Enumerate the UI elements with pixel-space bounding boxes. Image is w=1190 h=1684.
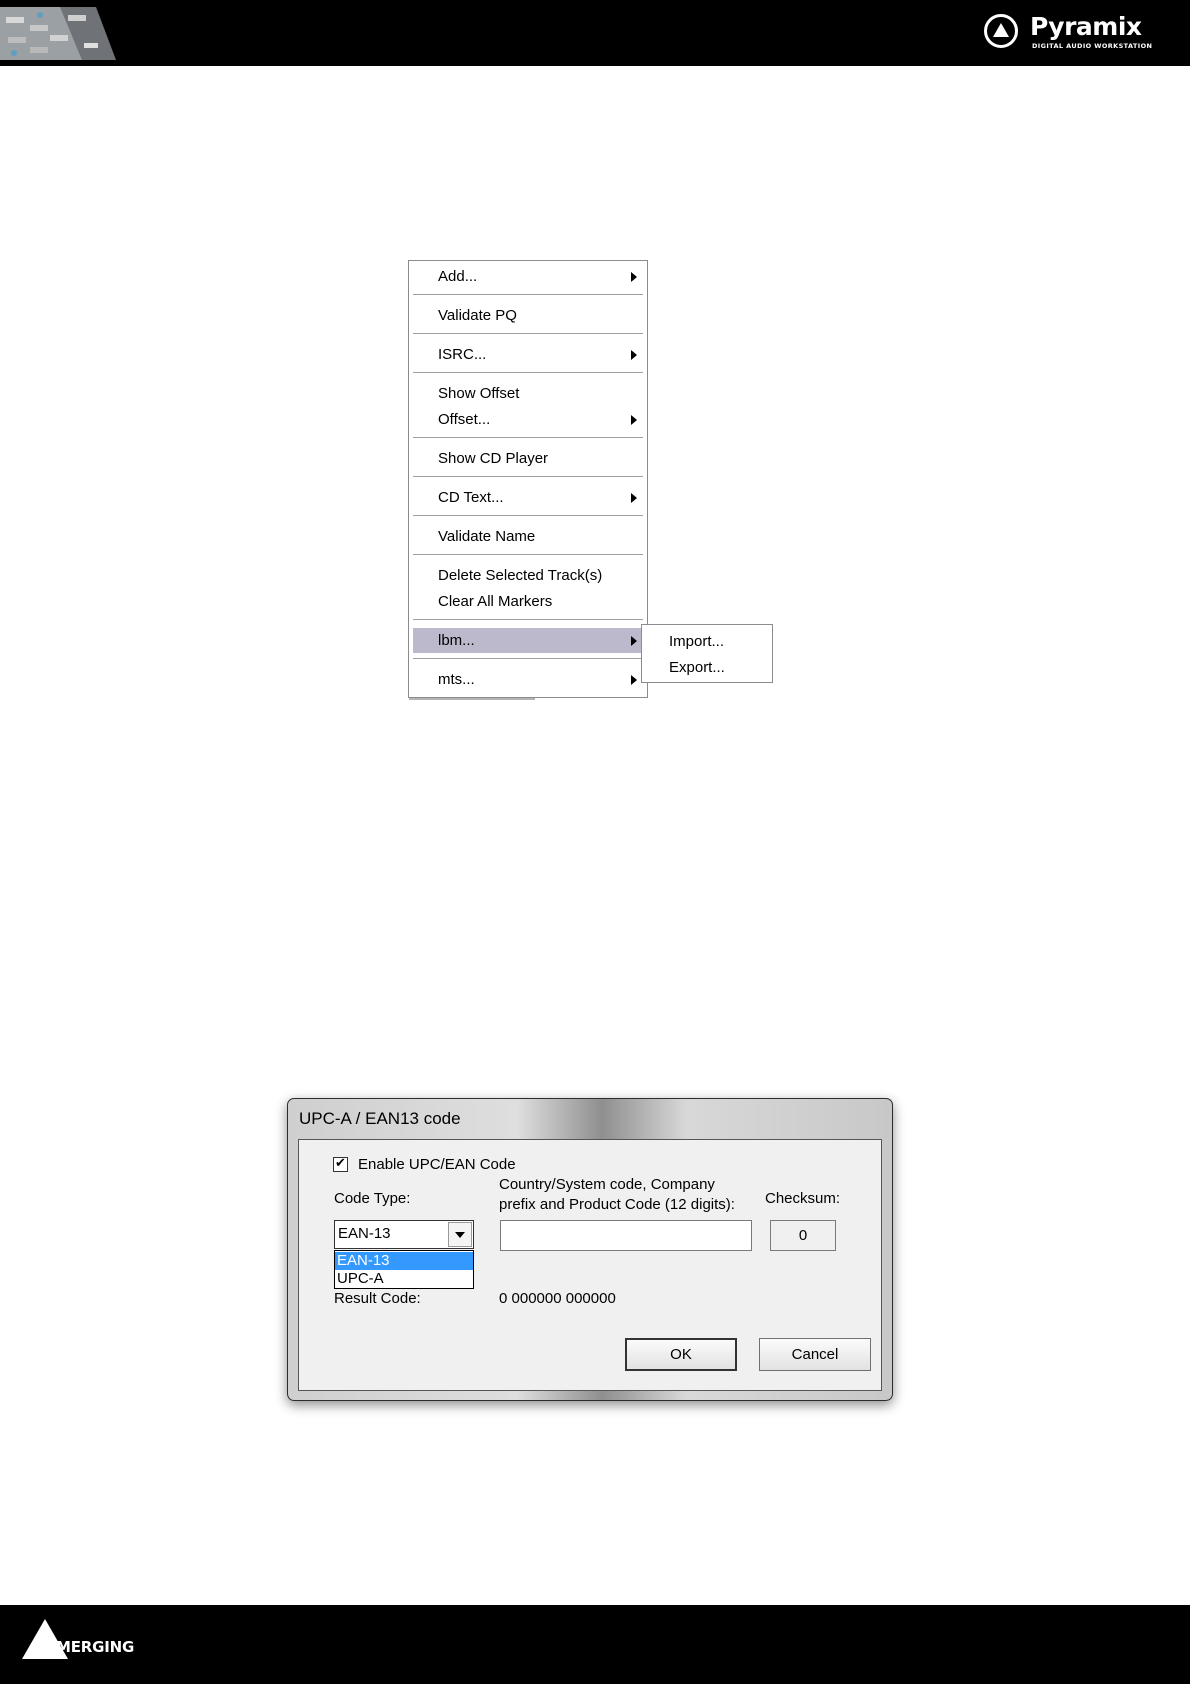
submenu-arrow-icon [631,350,637,360]
menu-item-label: Clear All Markers [438,593,553,610]
menu-separator [413,619,643,621]
menu-item-label: Validate Name [438,528,536,545]
menu-item-clear-all-markers[interactable]: Clear All Markers [413,589,643,614]
menu-separator [413,515,643,517]
brand-name: Pyramix [1030,12,1142,41]
submenu-arrow-icon [631,493,637,503]
menu-item-label: lbm... [438,632,475,649]
submenu-item-import[interactable]: Import... [669,629,724,654]
menu-underlying-edge [409,698,535,700]
merging-logo: MERGING [22,1619,182,1669]
menu-item-label: Offset... [438,411,491,428]
product-code-label-line2: prefix and Product Code (12 digits): [499,1196,735,1213]
result-code-label: Result Code: [334,1290,421,1307]
menu-separator [413,658,643,660]
menu-item-validate-pq[interactable]: Validate PQ [413,303,643,328]
code-type-label: Code Type: [334,1190,411,1207]
menu-item-isrc[interactable]: ISRC... [413,342,643,367]
option-upc-a[interactable]: UPC-A [335,1270,473,1288]
menu-separator [413,554,643,556]
pyramix-logo-icon [984,14,1018,48]
checkmark-icon: ✔ [335,1155,346,1170]
pyramix-logo: Pyramix DIGITAL AUDIO WORKSTATION [984,12,1174,54]
menu-item-offset[interactable]: Offset... [413,407,643,432]
menu-item-delete-selected-tracks[interactable]: Delete Selected Track(s) [413,563,643,588]
submenu-arrow-icon [631,415,637,425]
menu-separator [413,372,643,374]
menu-item-label: Validate PQ [438,307,517,324]
code-type-dropdown-list: EAN-13 UPC-A [334,1250,474,1289]
product-code-label-line1: Country/System code, Company [499,1176,715,1193]
submenu-arrow-icon [631,272,637,282]
checksum-label: Checksum: [765,1190,841,1207]
submenu-arrow-icon [631,675,637,685]
menu-item-mts[interactable]: mts... [413,667,643,692]
menu-separator [413,333,643,335]
menu-item-show-offset[interactable]: Show Offset [413,381,643,406]
dialog-title: UPC-A / EAN13 code [299,1109,461,1128]
code-type-value: EAN-13 [338,1225,391,1242]
menu-item-label: CD Text... [438,489,504,506]
result-code-value: 0 000000 000000 [499,1290,616,1307]
cancel-button[interactable]: Cancel [759,1338,871,1371]
menu-item-show-cd-player[interactable]: Show CD Player [413,446,643,471]
menu-item-label: Show Offset [438,385,520,402]
page-header: Pyramix DIGITAL AUDIO WORKSTATION [0,0,1190,66]
menu-item-lbm[interactable]: lbm... [413,628,643,653]
menu-item-label: Show CD Player [438,450,549,467]
menu-separator [413,437,643,439]
menu-separator [413,476,643,478]
merging-brand-name: MERGING [56,1638,135,1656]
context-menu: Add... Validate PQ ISRC... Show Offset O… [408,260,648,700]
page-footer: MERGING [0,1605,1190,1684]
submenu-arrow-icon [631,636,637,646]
brand-subtitle: DIGITAL AUDIO WORKSTATION [1032,42,1153,50]
enable-upc-ean-label: Enable UPC/EAN Code [358,1156,516,1173]
menu-item-label: Add... [438,268,478,285]
checksum-field: 0 [770,1220,836,1251]
menu-item-label: Delete Selected Track(s) [438,567,603,584]
menu-item-validate-name[interactable]: Validate Name [413,524,643,549]
menu-item-label: mts... [438,671,475,688]
menu-item-add[interactable]: Add... [413,264,643,289]
mixing-console-thumbnail [0,7,116,60]
enable-upc-ean-checkbox[interactable]: ✔ [333,1155,348,1172]
menu-separator [413,294,643,296]
ok-button[interactable]: OK [625,1338,737,1371]
product-code-input[interactable] [500,1220,752,1251]
upc-ean-dialog: UPC-A / EAN13 code ✔ Enable UPC/EAN Code… [287,1098,893,1401]
menu-item-label: ISRC... [438,346,487,363]
dropdown-arrow-icon[interactable] [448,1222,472,1247]
submenu-item-export[interactable]: Export... [669,655,725,680]
lbm-submenu: Import... Export... [641,624,773,683]
dialog-body: ✔ Enable UPC/EAN Code Code Type: Country… [298,1139,882,1391]
menu-item-cd-text[interactable]: CD Text... [413,485,643,510]
code-type-select[interactable]: EAN-13 [334,1220,474,1249]
option-ean-13[interactable]: EAN-13 [335,1252,473,1270]
